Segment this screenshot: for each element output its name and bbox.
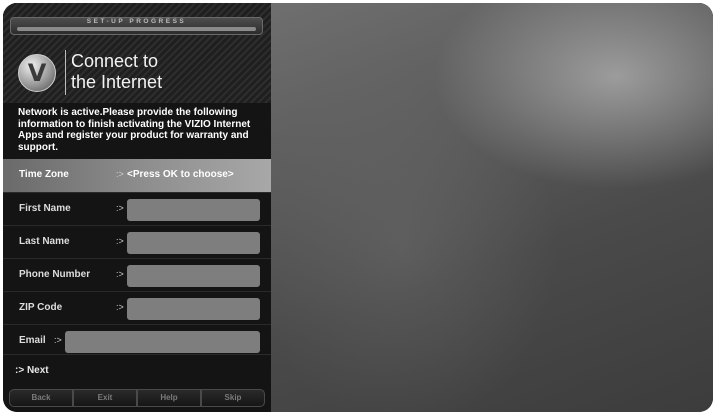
arrow-icon: :> xyxy=(116,269,124,279)
arrow-icon: :> xyxy=(116,169,124,179)
next-label: Next xyxy=(26,365,49,376)
arrow-icon: :> xyxy=(116,236,124,246)
time-zone-label: Time Zone xyxy=(19,169,69,180)
phone-number-field[interactable] xyxy=(127,265,260,287)
arrow-icon: :> xyxy=(116,302,124,312)
time-zone-value: <Press OK to choose> xyxy=(127,169,234,180)
setup-panel: SET-UP PROGRESS V Connect to the Interne… xyxy=(3,3,271,412)
zip-code-row: ZIP Code :> xyxy=(3,291,271,324)
header-divider xyxy=(65,50,66,95)
email-label: Email xyxy=(19,335,46,346)
next-button[interactable]: :> Next xyxy=(3,354,271,386)
last-name-field[interactable] xyxy=(127,232,260,254)
vizio-logo-icon: V xyxy=(18,54,56,92)
progress-track xyxy=(17,27,256,31)
last-name-label: Last Name xyxy=(19,236,70,247)
zip-code-label: ZIP Code xyxy=(19,302,63,313)
last-name-row: Last Name :> xyxy=(3,225,271,258)
help-button[interactable]: Help xyxy=(137,389,201,407)
exit-button[interactable]: Exit xyxy=(73,389,137,407)
first-name-field[interactable] xyxy=(127,199,260,221)
setup-progress-bar: SET-UP PROGRESS xyxy=(10,17,263,35)
arrow-icon: :> xyxy=(15,365,25,376)
title-line-2: the Internet xyxy=(71,72,163,92)
email-field[interactable] xyxy=(65,331,260,353)
skip-button[interactable]: Skip xyxy=(201,389,265,407)
arrow-icon: :> xyxy=(116,203,124,213)
title-line-1: Connect to xyxy=(71,51,159,71)
zip-code-field[interactable] xyxy=(127,298,260,320)
bottom-button-bar: Back Exit Help Skip xyxy=(9,389,265,407)
time-zone-row[interactable]: Time Zone :> <Press OK to choose> xyxy=(3,159,271,192)
setup-progress-label: SET-UP PROGRESS xyxy=(86,18,187,25)
first-name-row: First Name :> xyxy=(3,192,271,225)
back-button[interactable]: Back xyxy=(9,389,73,407)
tv-screen: SET-UP PROGRESS V Connect to the Interne… xyxy=(3,3,713,412)
email-row: Email :> xyxy=(3,324,271,357)
page-title: Connect to the Internet xyxy=(71,51,261,93)
phone-number-row: Phone Number :> xyxy=(3,258,271,291)
arrow-icon: :> xyxy=(54,335,62,345)
first-name-label: First Name xyxy=(19,203,71,214)
intro-text: Network is active.Please provide the fol… xyxy=(18,107,251,153)
logo-letter: V xyxy=(27,59,47,87)
background-artwork xyxy=(271,3,713,412)
phone-number-label: Phone Number xyxy=(19,269,91,280)
